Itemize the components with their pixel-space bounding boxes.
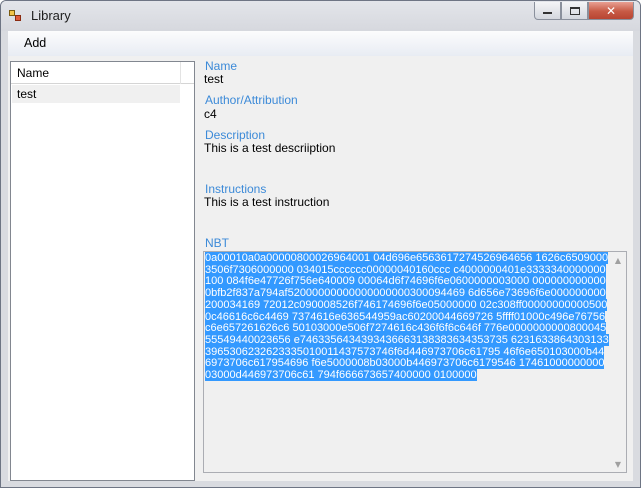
nbt-selected-text: 0a00010a0a00000800026964001 04d696e65636… — [205, 252, 609, 382]
scroll-down-icon[interactable]: ▼ — [610, 456, 626, 472]
minimize-button[interactable] — [534, 2, 561, 20]
author-value: c4 — [204, 107, 217, 121]
list-item[interactable]: test — [12, 85, 180, 103]
app-icon — [9, 10, 23, 22]
minimize-icon — [543, 11, 552, 14]
nbt-text[interactable]: 0a00010a0a00000800026964001 04d696e65636… — [205, 252, 610, 382]
close-button[interactable]: ✕ — [588, 2, 634, 20]
author-label: Author/Attribution — [205, 93, 298, 107]
nbt-label: NBT — [205, 236, 229, 250]
scroll-up-icon[interactable]: ▲ — [610, 252, 626, 268]
caption-buttons: ✕ — [534, 2, 634, 20]
menu-add[interactable]: Add — [24, 36, 46, 50]
window-title: Library — [31, 8, 71, 23]
instructions-value: This is a test instruction — [204, 195, 330, 209]
menu-bar: Add — [8, 31, 633, 56]
description-label: Description — [205, 128, 266, 142]
list-header: Name — [11, 62, 194, 84]
client-area: Add Name test Name test Author/Attributi… — [8, 31, 633, 481]
name-label: Name — [205, 59, 238, 73]
name-value: test — [204, 72, 224, 86]
column-header-name[interactable]: Name — [11, 62, 181, 84]
maximize-icon — [569, 6, 580, 15]
description-value: This is a test descriiption — [204, 141, 336, 155]
library-list[interactable]: Name test — [10, 61, 195, 481]
close-icon: ✕ — [605, 3, 617, 18]
nbt-scrollbar[interactable]: ▲ ▼ — [610, 252, 626, 472]
library-window: Library ✕ Add Name test Name test Author… — [0, 0, 641, 488]
nbt-textbox[interactable]: 0a00010a0a00000800026964001 04d696e65636… — [203, 251, 627, 473]
instructions-label: Instructions — [205, 182, 267, 196]
title-bar[interactable]: Library ✕ — [1, 1, 640, 31]
maximize-button[interactable] — [561, 2, 588, 20]
